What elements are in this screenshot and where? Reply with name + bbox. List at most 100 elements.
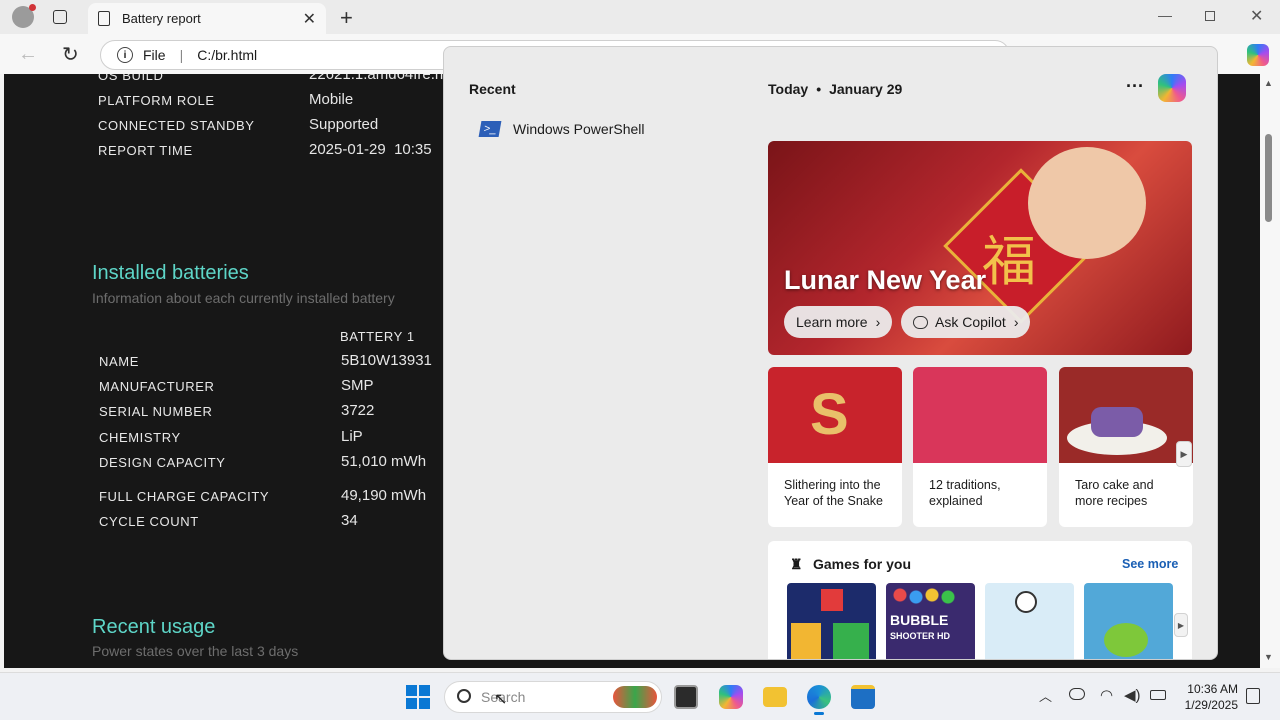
row-value-report-time: 2025-01-29 10:35: [309, 141, 432, 158]
address-scheme: File: [143, 47, 166, 63]
task-view-icon[interactable]: [674, 685, 698, 709]
back-icon[interactable]: ←: [18, 43, 38, 66]
store-icon[interactable]: [851, 685, 875, 709]
carousel-next-icon[interactable]: ▶: [1176, 441, 1192, 467]
notification-icon[interactable]: [1246, 688, 1260, 704]
copilot-icon[interactable]: [1247, 44, 1269, 66]
bullet-separator: •: [816, 81, 822, 97]
close-window-icon[interactable]: ✕: [1250, 6, 1263, 26]
card-image: [913, 367, 1047, 463]
copilot-icon[interactable]: [1158, 74, 1186, 102]
battery-column-header: BATTERY 1: [340, 329, 415, 344]
search-icon: [457, 689, 471, 703]
ask-copilot-label: Ask Copilot: [935, 314, 1006, 330]
minimize-icon[interactable]: —: [1158, 7, 1172, 23]
new-tab-icon[interactable]: +: [340, 5, 353, 31]
chat-bubble-icon: [913, 315, 928, 329]
see-more-link[interactable]: See more: [1122, 557, 1178, 571]
refresh-icon[interactable]: ↻: [62, 42, 79, 67]
file-explorer-icon[interactable]: [763, 687, 787, 707]
today-header: Today • January 29: [768, 81, 902, 97]
block: [821, 589, 843, 611]
recent-usage-subtitle: Power states over the last 3 days: [92, 643, 299, 659]
installed-batteries-heading: Installed batteries: [92, 262, 249, 284]
game-tile-tetris[interactable]: [787, 583, 876, 659]
news-card-traditions[interactable]: 12 traditions, explained: [913, 367, 1047, 527]
tab-title: Battery report: [122, 11, 201, 26]
tab-actions-icon[interactable]: [53, 10, 67, 24]
edge-icon[interactable]: [807, 685, 831, 709]
widgets-flyout: Recent >_ Windows PowerShell Today • Jan…: [443, 46, 1218, 660]
recent-item-label: Windows PowerShell: [513, 121, 645, 137]
games-title: Games for you: [813, 556, 912, 572]
taro-cakes: [1091, 407, 1143, 437]
row-label-os-build: OS BUILD: [98, 74, 164, 83]
scrollbar-thumb[interactable]: [1265, 134, 1272, 222]
row-label-full-charge-capacity: FULL CHARGE CAPACITY: [99, 489, 270, 504]
game-tile-cut-the-rope[interactable]: [1084, 583, 1173, 659]
row-value-design-capacity: 51,010 mWh: [341, 453, 427, 470]
row-value-manufacturer: SMP: [341, 377, 374, 394]
tab-battery-report[interactable]: Battery report ✕: [88, 3, 326, 34]
om-nom: [1104, 623, 1148, 657]
battery-icon[interactable]: [1150, 690, 1166, 700]
hero-card-lunar-new-year[interactable]: 福 Lunar New Year Learn more › Ask Copilo…: [768, 141, 1192, 355]
row-value-full-charge-capacity: 49,190 mWh: [341, 487, 427, 504]
learn-more-button[interactable]: Learn more ›: [784, 306, 893, 338]
row-label-serial-number: SERIAL NUMBER: [99, 404, 213, 419]
row-value-os-build: 22621.1.amd64fre.n: [309, 74, 444, 83]
copilot-taskbar-icon[interactable]: [719, 685, 743, 709]
wifi-icon[interactable]: ◠: [1100, 686, 1113, 704]
recent-item-powershell[interactable]: >_ Windows PowerShell: [478, 121, 645, 137]
today-label: Today: [768, 81, 809, 97]
row-value-connected-standby: Supported: [309, 116, 379, 133]
news-card-taro-cake[interactable]: Taro cake and more recipes: [1059, 367, 1193, 527]
chevron-right-icon: ›: [875, 314, 881, 330]
close-tab-icon[interactable]: ✕: [303, 9, 316, 29]
card-caption: Taro cake and more recipes: [1075, 478, 1154, 508]
start-button[interactable]: [406, 685, 430, 709]
ask-copilot-button[interactable]: Ask Copilot ›: [901, 306, 1031, 338]
game-tile-bubble-shooter[interactable]: BUBBLE SHOOTER HD: [886, 583, 975, 659]
scroll-up-icon[interactable]: ▲: [1264, 78, 1273, 88]
clock[interactable]: 10:36 AM 1/29/2025: [1182, 681, 1238, 713]
win-square: [406, 698, 417, 709]
games-next-icon[interactable]: ▶: [1174, 613, 1188, 637]
game-tile-thief-puzzle[interactable]: [985, 583, 1074, 659]
row-label-cycle-count: CYCLE COUNT: [99, 514, 199, 529]
more-options-icon[interactable]: ···: [1126, 76, 1144, 97]
row-value-serial-number: 3722: [341, 402, 375, 419]
row-label-name: NAME: [99, 354, 139, 369]
child-face: [1028, 147, 1146, 259]
cloud-icon[interactable]: [1069, 688, 1085, 700]
taskbar-search-box[interactable]: Search: [444, 681, 662, 713]
game-tile-label: BUBBLE SHOOTER HD: [890, 612, 951, 641]
volume-icon[interactable]: ◀): [1124, 686, 1141, 704]
scroll-down-icon[interactable]: ▼: [1264, 652, 1273, 662]
row-label-chemistry: CHEMISTRY: [99, 430, 181, 445]
profile-avatar[interactable]: [12, 4, 36, 28]
recent-heading: Recent: [469, 81, 516, 97]
info-icon[interactable]: i: [117, 47, 133, 63]
block: [791, 623, 821, 659]
mouse-cursor-icon: ↖: [494, 691, 508, 708]
powershell-icon: >_: [478, 121, 502, 137]
news-card-snake[interactable]: S Slithering into the Year of the Snake: [768, 367, 902, 527]
installed-batteries-subtitle: Information about each currently install…: [92, 290, 395, 306]
win-square: [406, 685, 417, 696]
search-highlight-icon: [613, 686, 657, 708]
block: [833, 623, 869, 659]
clock-date: 1/29/2025: [1184, 698, 1238, 712]
chevron-up-icon[interactable]: ︿: [1039, 686, 1052, 705]
bubbles: [892, 587, 968, 609]
notification-dot: [29, 4, 36, 11]
row-label-manufacturer: MANUFACTURER: [99, 379, 215, 394]
address-path: C:/br.html: [197, 47, 258, 63]
document-icon: [98, 11, 110, 26]
active-app-indicator: [814, 712, 824, 715]
restore-icon[interactable]: [1205, 11, 1215, 21]
win-square: [419, 698, 430, 709]
address-divider: |: [179, 47, 184, 63]
row-label-report-time: REPORT TIME: [98, 143, 193, 158]
learn-more-label: Learn more: [796, 314, 868, 330]
